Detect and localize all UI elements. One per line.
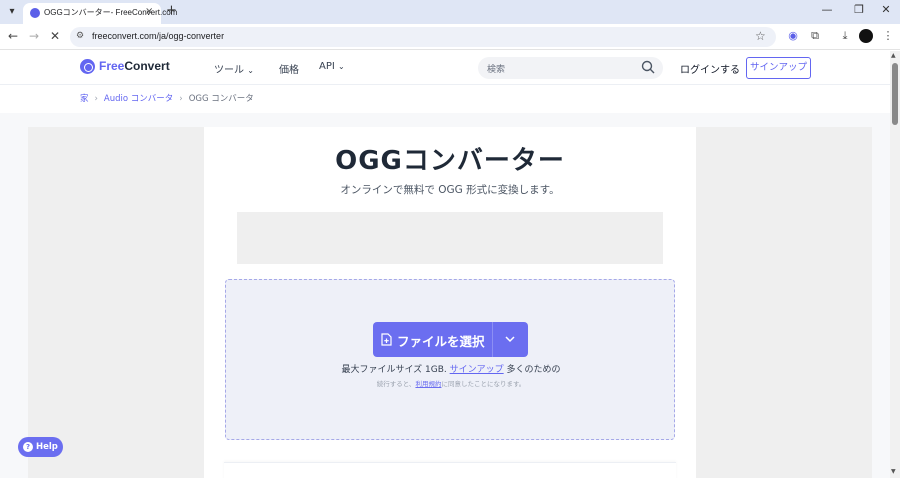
menu-dots-icon[interactable]: ⋮	[880, 29, 896, 45]
nav-api-label: API	[319, 61, 335, 72]
logo-icon[interactable]	[80, 59, 95, 74]
breadcrumb-home[interactable]: 家	[80, 92, 89, 104]
logo[interactable]: FreeConvert	[99, 59, 170, 73]
extensions-puzzle-icon[interactable]: ⧉	[807, 29, 823, 45]
search-input[interactable]: 検索	[478, 57, 663, 79]
max-size-text: 最大ファイルサイズ 1GB. サインアップ 多くのための	[226, 362, 676, 375]
terms-text: 続行すると、利用規約に同意したことになります。	[226, 378, 676, 388]
help-label: Help	[36, 442, 58, 452]
favicon-icon	[30, 8, 40, 18]
tab-close-icon[interactable]: ×	[145, 6, 153, 17]
terms-suffix: に同意したことになります。	[441, 380, 526, 388]
nav-tools[interactable]: ツール ⌄	[214, 61, 254, 76]
choose-source-dropdown[interactable]	[493, 322, 528, 357]
stop-icon[interactable]: ✕	[47, 29, 63, 43]
breadcrumb-current: OGG コンバータ	[188, 94, 254, 104]
browser-tab[interactable]: OGGコンバーター- FreeConvert.com ×	[23, 3, 177, 24]
signup-button[interactable]: サインアップ	[746, 57, 811, 79]
scroll-up-icon[interactable]: ▲	[891, 52, 896, 59]
nav-pricing-label: 価格	[279, 65, 299, 76]
help-button[interactable]: ? Help	[18, 437, 63, 457]
max-size-suffix: 多くのための	[506, 365, 561, 375]
bookmark-star-icon[interactable]: ☆	[755, 29, 766, 43]
nav-api[interactable]: API ⌄	[319, 61, 345, 72]
nav-tools-label: ツール	[214, 65, 244, 76]
next-card	[224, 462, 676, 478]
search-icon[interactable]	[641, 60, 655, 74]
extension-icon[interactable]: ◉	[785, 29, 801, 45]
breadcrumb: 家 › Audio コンバータ › OGG コンバータ	[80, 92, 254, 104]
page-title: OGGコンバーター	[335, 146, 565, 176]
chevron-right-icon: ›	[94, 94, 98, 104]
page-subtitle: オンラインで無料で OGG 形式に変換します。	[340, 184, 560, 196]
scrollbar-thumb[interactable]	[892, 63, 898, 125]
ad-left	[28, 127, 204, 478]
file-add-icon	[381, 333, 392, 346]
window-close-icon[interactable]: ✕	[876, 3, 896, 16]
choose-files-button[interactable]: ファイルを選択	[373, 322, 528, 357]
chevron-down-icon: ⌄	[338, 62, 345, 71]
back-icon[interactable]: ←	[5, 29, 21, 43]
file-dropzone[interactable]: ファイルを選択 最大ファイルサイズ 1GB. サインアップ 多くのための 続行す…	[225, 279, 675, 440]
scrollbar[interactable]: ▲ ▼	[890, 51, 900, 478]
tab-title: OGGコンバーター- FreeConvert.com	[44, 8, 178, 17]
restore-icon[interactable]: ❐	[849, 3, 869, 16]
new-tab-icon[interactable]: +	[166, 3, 177, 18]
ad-right	[696, 127, 872, 478]
help-icon: ?	[23, 442, 33, 452]
logo-free: Free	[99, 59, 125, 73]
chevron-down-icon	[505, 336, 515, 343]
logo-convert: Convert	[124, 59, 170, 73]
address-bar[interactable]: ⚙ freeconvert.com/ja/ogg-converter ☆	[70, 27, 776, 47]
ad-banner	[237, 212, 663, 264]
max-size-prefix: 最大ファイルサイズ 1GB.	[341, 365, 447, 375]
scroll-down-icon[interactable]: ▼	[891, 468, 896, 475]
forward-icon[interactable]: →	[26, 29, 42, 43]
terms-prefix: 続行すると、	[376, 380, 416, 388]
browser-tabstrip: ▾ OGGコンバーター- FreeConvert.com × + — ❐ ✕	[0, 0, 900, 24]
login-link[interactable]: ログインする	[680, 61, 740, 76]
tab-search-icon[interactable]: ▾	[5, 5, 19, 19]
max-size-signup-link[interactable]: サインアップ	[450, 365, 504, 375]
site-info-icon[interactable]: ⚙	[76, 31, 84, 41]
site-header: FreeConvert ツール ⌄ 価格 API ⌄ 検索 ログインする サイン…	[0, 51, 890, 85]
url-text[interactable]: freeconvert.com/ja/ogg-converter	[92, 31, 224, 41]
terms-link[interactable]: 利用規約	[415, 380, 441, 388]
browser-toolbar: ← → ✕ ⚙ freeconvert.com/ja/ogg-converter…	[0, 24, 900, 50]
search-placeholder: 検索	[487, 65, 506, 75]
chevron-down-icon: ⌄	[247, 66, 254, 75]
breadcrumb-audio[interactable]: Audio コンバータ	[104, 92, 173, 104]
main-content: OGGコンバーター オンラインで無料で OGG 形式に変換します。 ファイルを選…	[204, 127, 696, 478]
download-icon[interactable]: ⤓	[837, 29, 853, 45]
choose-files-main[interactable]: ファイルを選択	[373, 322, 493, 357]
chevron-right-icon: ›	[179, 94, 183, 104]
choose-files-label: ファイルを選択	[397, 334, 485, 349]
profile-avatar[interactable]	[859, 29, 873, 43]
nav-pricing[interactable]: 価格	[279, 61, 299, 76]
minimize-icon[interactable]: —	[817, 3, 837, 16]
